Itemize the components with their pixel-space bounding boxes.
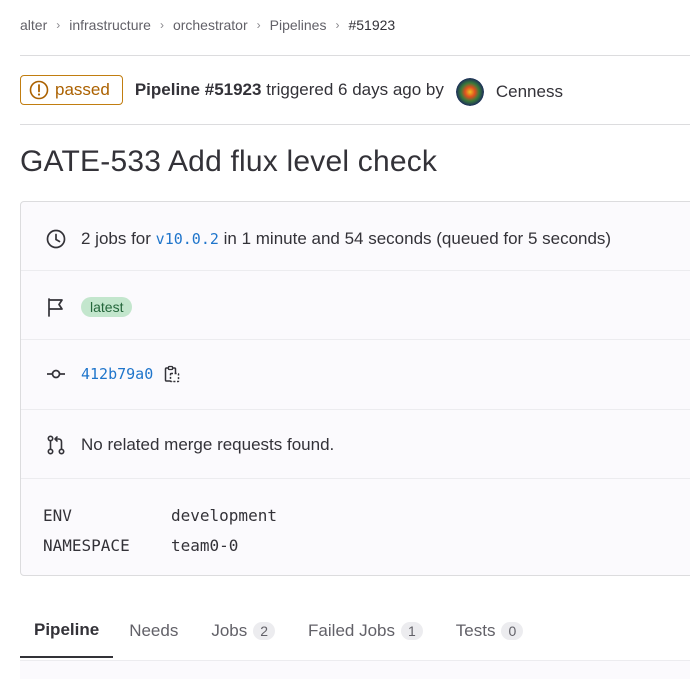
- tab-label: Tests: [455, 620, 496, 640]
- merge-requests-text: No related merge requests found.: [81, 435, 335, 454]
- variable-key: NAMESPACE: [43, 535, 130, 555]
- tab-count: 1: [400, 621, 423, 640]
- jobs-text: 2 jobs for v10.0.2 in 1 minute and 54 se…: [81, 229, 611, 249]
- tab-content-area: [20, 660, 690, 679]
- row-divider: [21, 409, 690, 410]
- tab-failed-jobs[interactable]: Failed Jobs 1: [306, 604, 425, 657]
- tab-label: Jobs: [211, 620, 248, 640]
- divider: [20, 55, 690, 56]
- tag-content: latest: [81, 297, 133, 317]
- breadcrumb-item-alter[interactable]: alter: [20, 17, 47, 33]
- jobs-row: 2 jobs for v10.0.2 in 1 minute and 54 se…: [21, 222, 690, 256]
- ref-link[interactable]: v10.0.2: [156, 230, 219, 248]
- variable-value: team0-0: [171, 535, 239, 555]
- breadcrumb-item-infrastructure[interactable]: infrastructure: [69, 17, 151, 33]
- latest-badge: latest: [81, 297, 133, 317]
- tab-needs[interactable]: Needs: [127, 604, 180, 657]
- tab-label: Pipeline: [34, 620, 100, 639]
- row-divider: [21, 270, 690, 271]
- passed-status-icon: [29, 80, 49, 100]
- variables-list: ENV development NAMESPACE team0-0: [43, 500, 277, 560]
- variable-key: ENV: [43, 505, 72, 525]
- divider: [20, 124, 690, 125]
- status-badge[interactable]: passed: [20, 75, 123, 105]
- tab-jobs[interactable]: Jobs 2: [209, 604, 277, 657]
- merge-content: No related merge requests found.: [81, 435, 334, 455]
- avatar[interactable]: [455, 78, 484, 106]
- avatar-image: [455, 78, 484, 106]
- status-label: passed: [55, 80, 110, 99]
- commit-row: 412b79a0: [21, 357, 690, 391]
- page-title: GATE-533 Add flux level check: [20, 145, 438, 178]
- breadcrumb-item-orchestrator[interactable]: orchestrator: [173, 17, 248, 33]
- variable-row: NAMESPACE team0-0: [43, 530, 277, 560]
- tab-tests[interactable]: Tests 0: [454, 604, 525, 657]
- author-name[interactable]: Cenness: [496, 82, 563, 102]
- row-divider: [21, 339, 690, 340]
- row-divider: [21, 478, 690, 479]
- pipeline-header: passed Pipeline #51923 triggered 6 days …: [20, 75, 563, 106]
- breadcrumb-item-current[interactable]: #51923: [348, 17, 395, 33]
- variable-value: development: [171, 505, 277, 525]
- tab-count: 2: [253, 621, 276, 640]
- tab-label: Failed Jobs: [308, 620, 395, 640]
- tab-pipeline[interactable]: Pipeline: [20, 604, 114, 658]
- copy-to-clipboard-icon[interactable]: [163, 365, 181, 383]
- merge-requests-row: No related merge requests found.: [21, 428, 690, 462]
- jobs-prefix: 2 jobs for: [81, 229, 151, 248]
- breadcrumb-item-pipelines[interactable]: Pipelines: [270, 17, 327, 33]
- tab-count: 0: [501, 621, 524, 640]
- clock-icon: [46, 229, 66, 249]
- chevron-right-icon: ›: [256, 18, 261, 32]
- flag-icon: [48, 298, 63, 317]
- commit-content: 412b79a0: [81, 365, 181, 383]
- header-text: Pipeline #51923 triggered 6 days ago by: [135, 80, 444, 100]
- pipeline-info-card: 2 jobs for v10.0.2 in 1 minute and 54 se…: [20, 201, 690, 576]
- commit-sha-link[interactable]: 412b79a0: [81, 365, 153, 383]
- breadcrumb: alter › infrastructure › orchestrator › …: [20, 17, 395, 33]
- pipeline-label: Pipeline #51923: [134, 80, 262, 99]
- tab-label: Needs: [129, 620, 179, 640]
- chevron-right-icon: ›: [335, 18, 340, 32]
- pipeline-tabs: Pipeline Needs Jobs 2 Failed Jobs 1 Test…: [20, 604, 690, 661]
- variable-row: ENV development: [43, 500, 277, 530]
- chevron-right-icon: ›: [159, 18, 164, 32]
- jobs-suffix: in 1 minute and 54 seconds (queued for 5…: [223, 229, 612, 248]
- merge-request-icon: [47, 435, 65, 455]
- commit-icon: [47, 369, 65, 379]
- tag-row: latest: [21, 290, 690, 324]
- triggered-text: triggered 6 days ago by: [266, 80, 444, 99]
- chevron-right-icon: ›: [56, 18, 61, 32]
